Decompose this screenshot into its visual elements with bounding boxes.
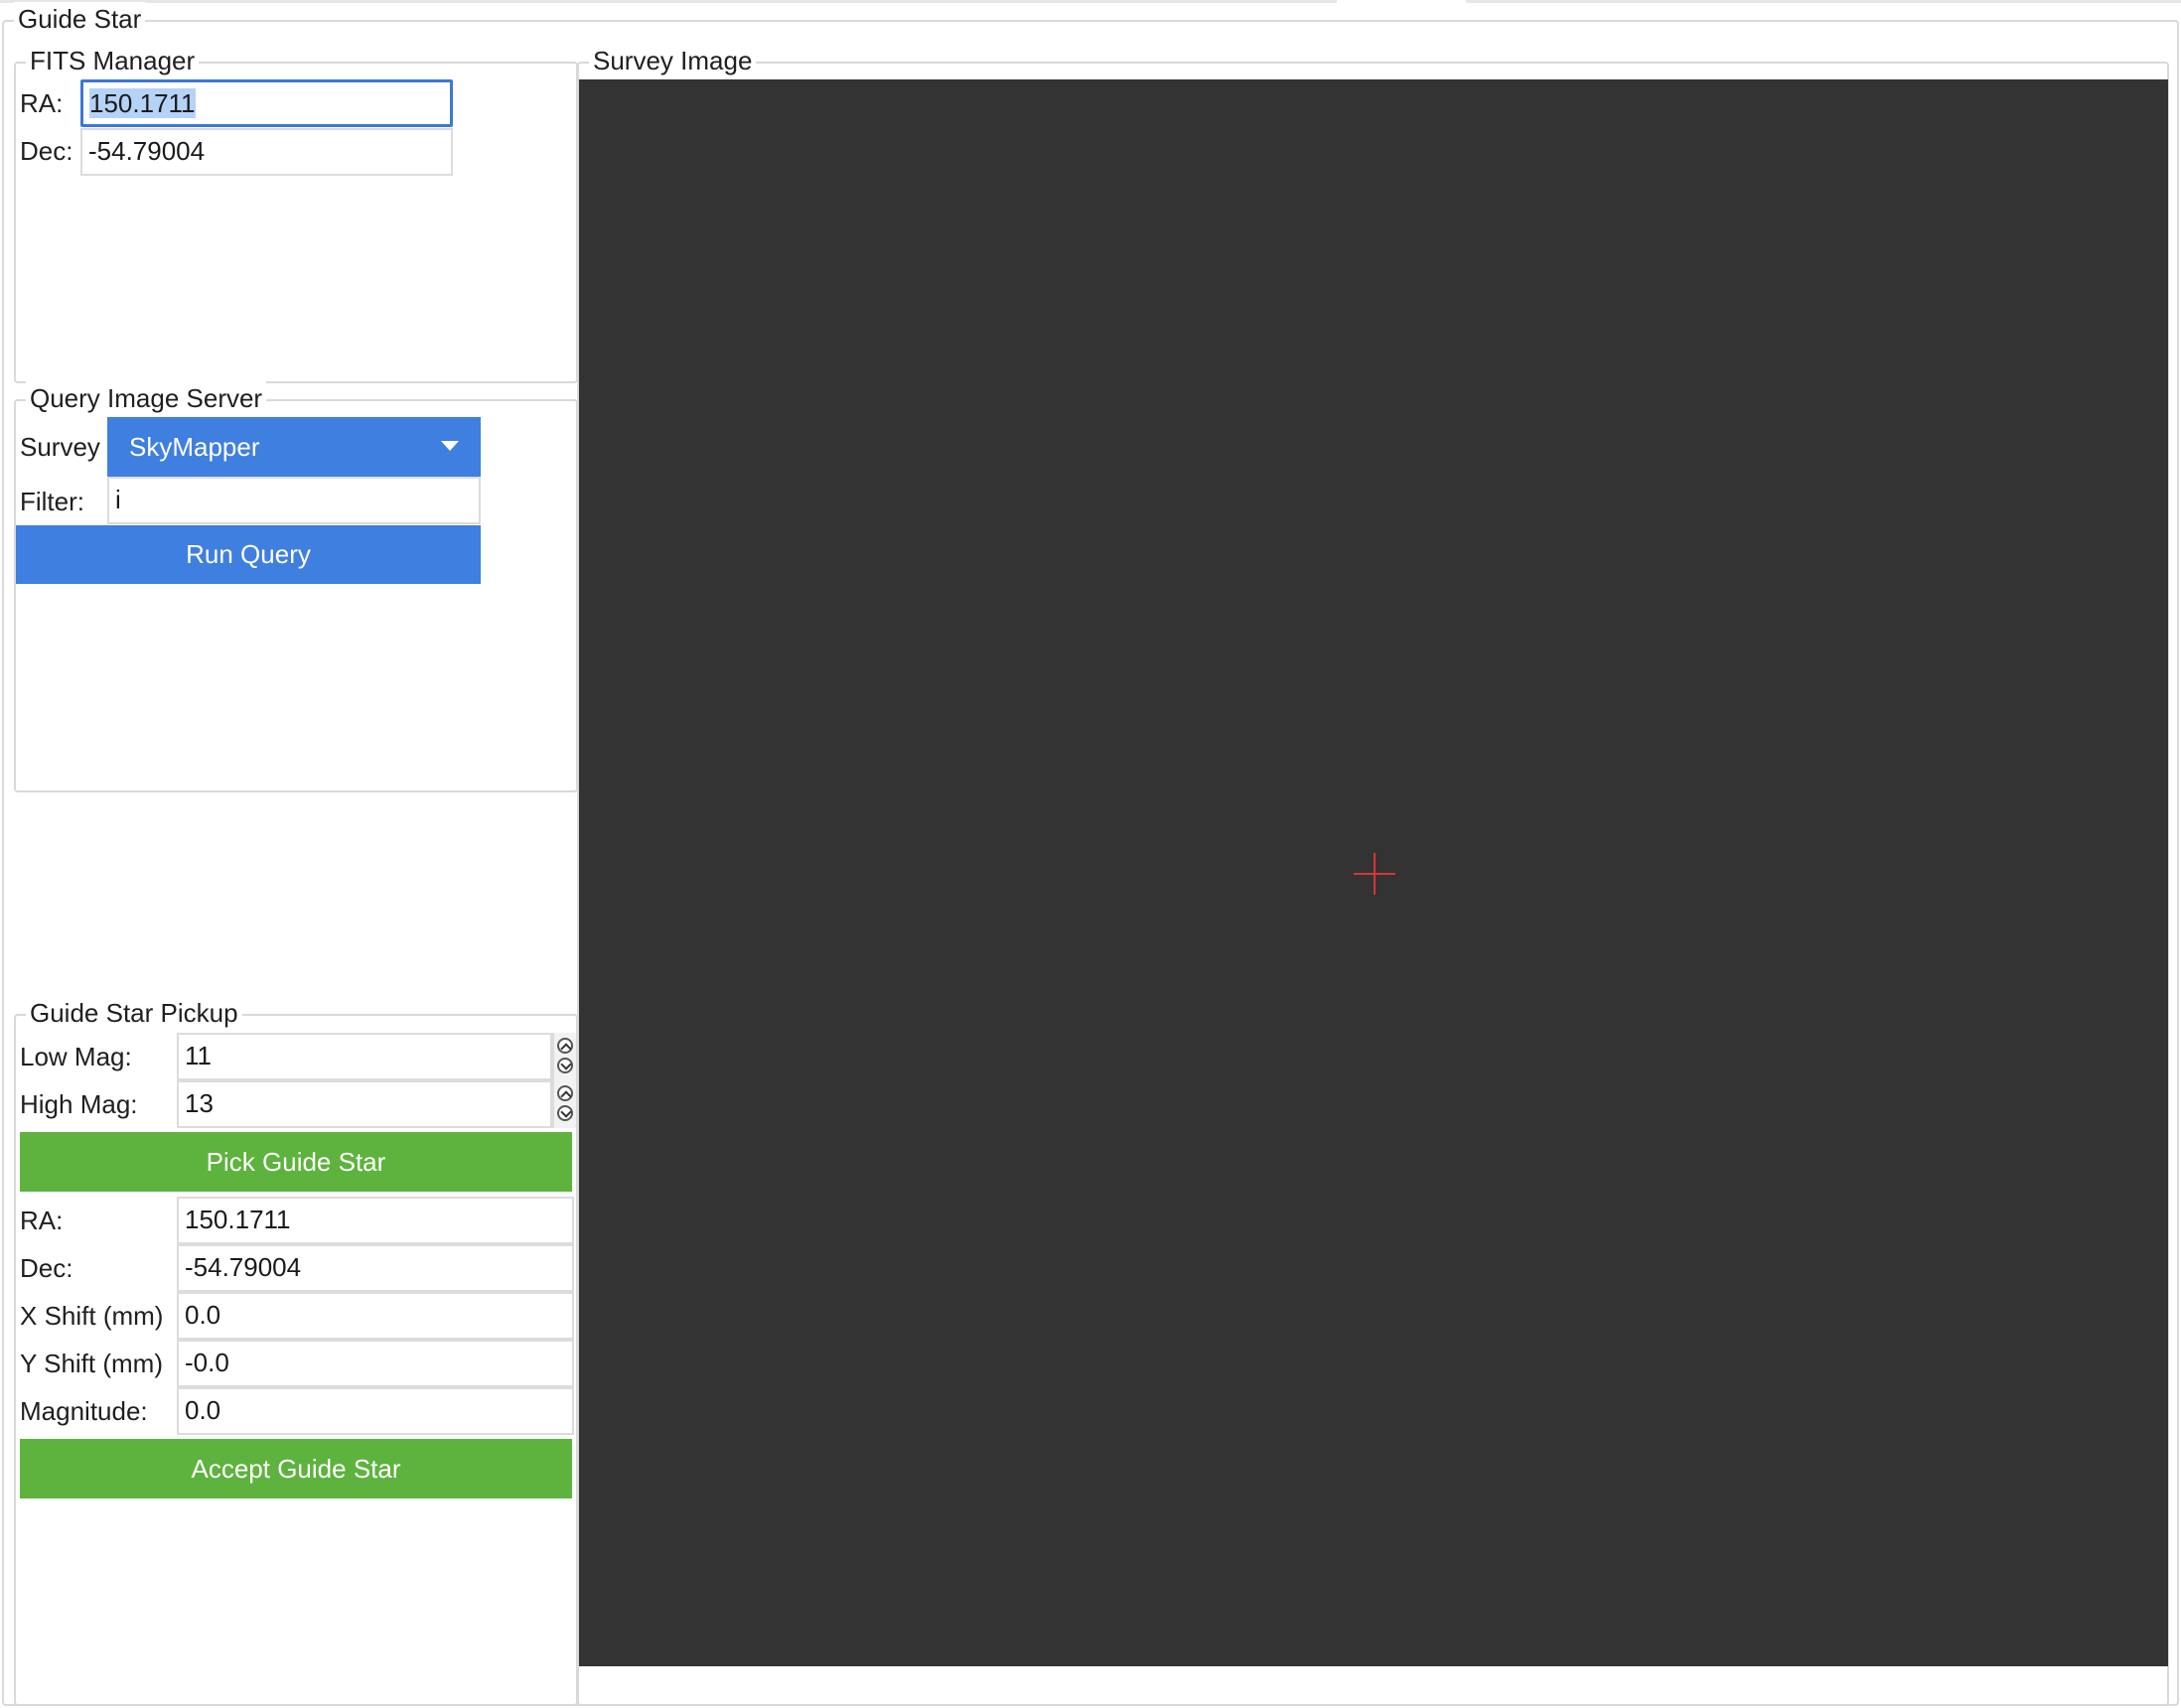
survey-label: Survey (20, 432, 100, 462)
magnitude-input[interactable]: 0.0 (177, 1387, 574, 1435)
x-shift-input[interactable]: 0.0 (177, 1292, 574, 1340)
survey-image-title: Survey Image (589, 44, 757, 77)
fits-manager-title: FITS Manager (26, 44, 200, 77)
guide-star-title: Guide Star (14, 2, 146, 36)
window-top-edge (0, 0, 2181, 3)
fits-ra-input[interactable]: 150.1711 (80, 79, 453, 127)
fits-dec-label: Dec: (20, 136, 73, 166)
guide-star-window: Guide Star FITS Manager RA: 150.1711 Dec… (0, 0, 2181, 1708)
query-image-server-title: Query Image Server (26, 381, 267, 415)
chevron-up-icon[interactable] (557, 1038, 573, 1054)
fits-dec-input[interactable]: -54.79004 (80, 128, 453, 176)
run-query-button[interactable]: Run Query (16, 525, 481, 584)
low-mag-input[interactable]: 11 (177, 1033, 552, 1080)
x-shift-label: X Shift (mm) (20, 1301, 164, 1331)
filter-label: Filter: (20, 487, 84, 516)
chevron-down-icon[interactable] (557, 1105, 573, 1121)
pick-guide-star-button[interactable]: Pick Guide Star (20, 1132, 572, 1192)
high-mag-label: High Mag: (20, 1089, 138, 1119)
y-shift-input[interactable]: -0.0 (177, 1340, 574, 1387)
survey-dropdown[interactable]: SkyMapper (107, 417, 481, 477)
y-shift-label: Y Shift (mm) (20, 1349, 163, 1378)
pickup-ra-input[interactable]: 150.1711 (177, 1197, 574, 1244)
chevron-down-icon[interactable] (557, 1058, 573, 1073)
survey-image-canvas[interactable] (579, 79, 2168, 1666)
guide-star-pickup-title: Guide Star Pickup (26, 996, 242, 1030)
pickup-ra-label: RA: (20, 1206, 64, 1235)
crosshair-icon-vertical (1374, 853, 1376, 895)
filter-input[interactable]: i (107, 477, 481, 524)
pickup-dec-input[interactable]: -54.79004 (177, 1244, 574, 1292)
low-mag-spinner[interactable] (552, 1033, 576, 1080)
chevron-down-icon (441, 441, 459, 451)
low-mag-label: Low Mag: (20, 1042, 132, 1071)
chevron-up-icon[interactable] (557, 1085, 573, 1101)
fits-ra-selected-text: 150.1711 (89, 88, 196, 118)
pickup-dec-label: Dec: (20, 1253, 73, 1283)
high-mag-input[interactable]: 13 (177, 1080, 552, 1128)
accept-guide-star-button[interactable]: Accept Guide Star (20, 1439, 572, 1498)
high-mag-spinner[interactable] (552, 1080, 576, 1128)
survey-selected-value: SkyMapper (129, 432, 260, 462)
fits-ra-label: RA: (20, 88, 64, 118)
magnitude-label: Magnitude: (20, 1396, 148, 1426)
